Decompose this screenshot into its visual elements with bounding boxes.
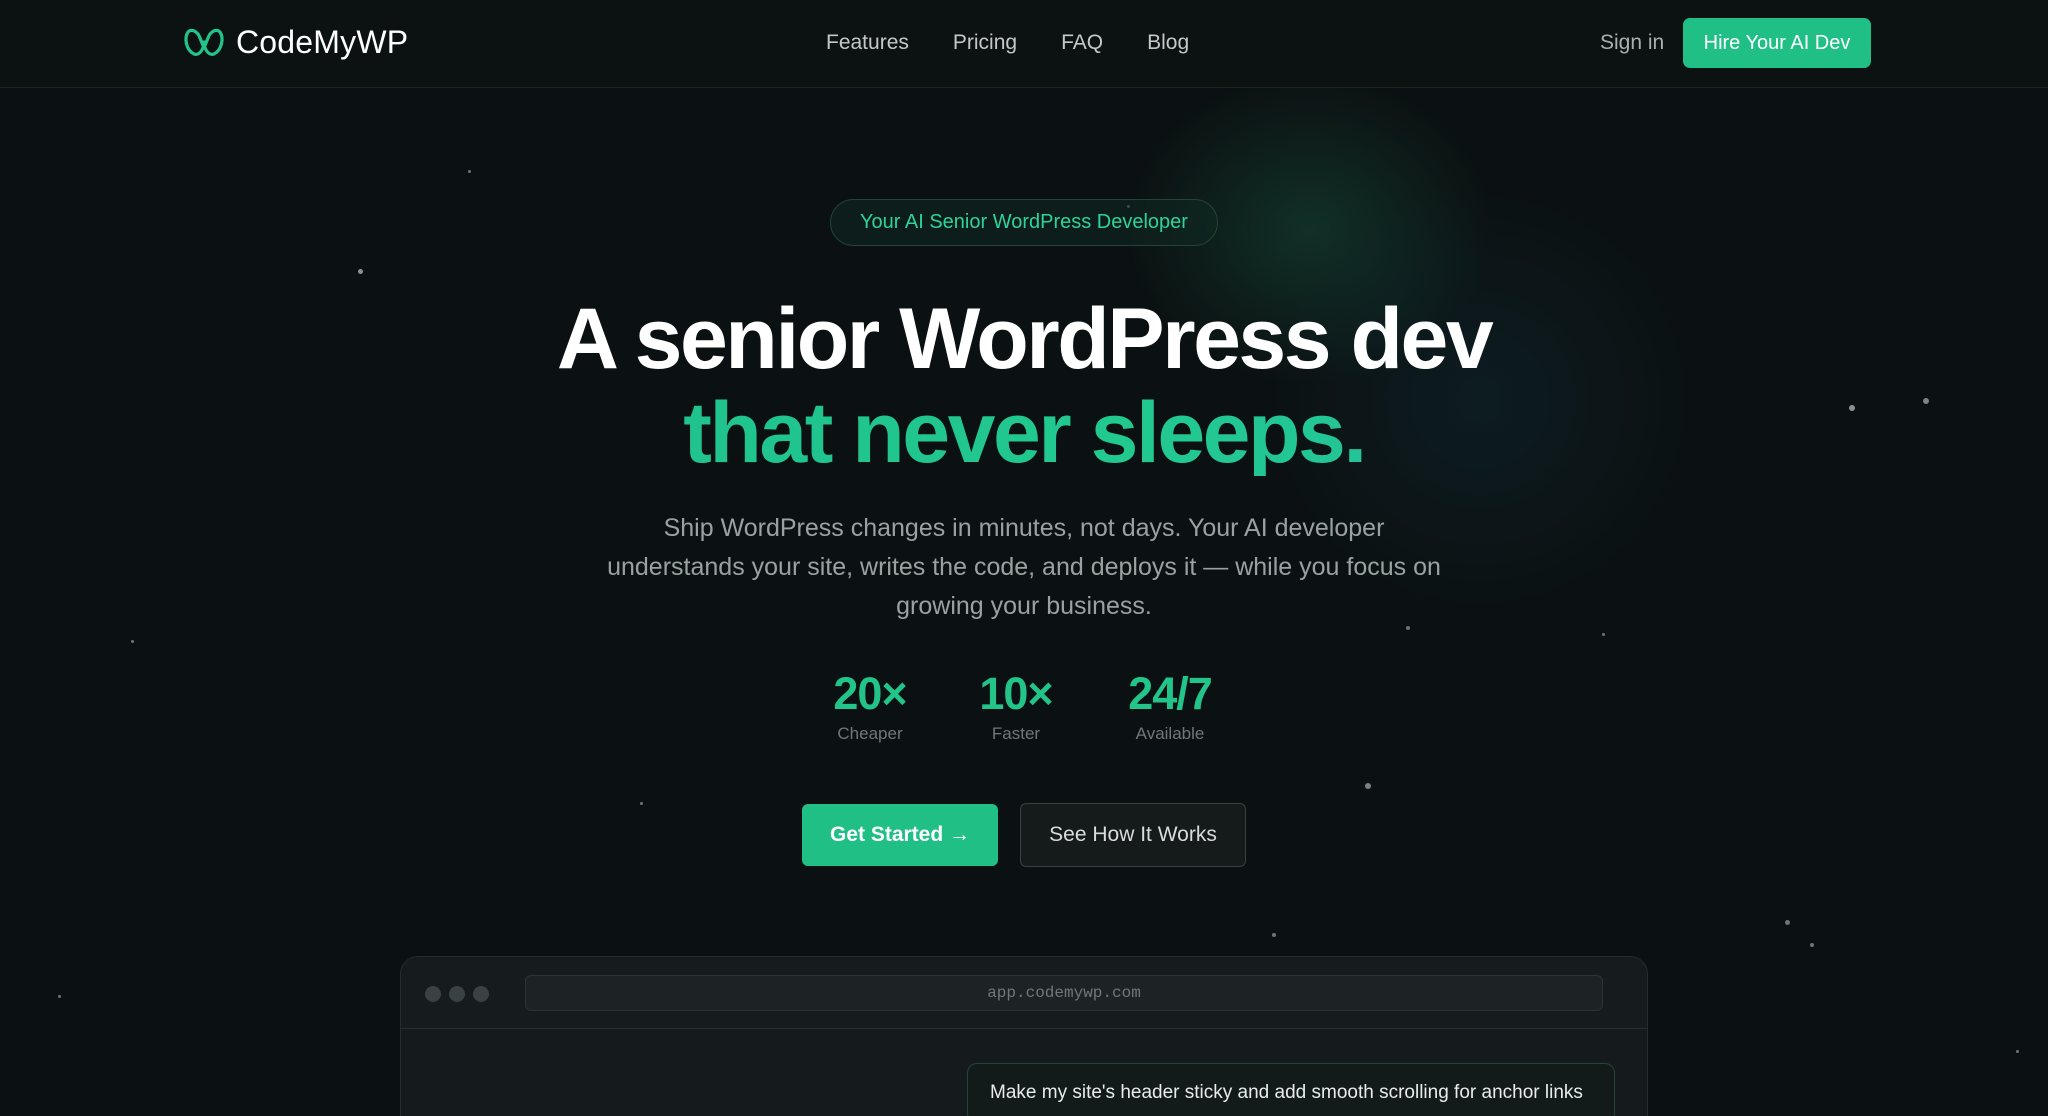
nav-link-features[interactable]: Features: [826, 31, 909, 55]
url-bar: app.codemywp.com: [525, 975, 1603, 1011]
see-how-it-works-button[interactable]: See How It Works: [1020, 803, 1246, 867]
stat-cheaper: 20× Cheaper: [820, 668, 920, 744]
get-started-button[interactable]: Get Started →: [802, 804, 998, 866]
hero-subtext: Ship WordPress changes in minutes, not d…: [607, 514, 1441, 620]
hero-badge: Your AI Senior WordPress Developer: [830, 199, 1218, 246]
chat-message-bubble: Make my site's header sticky and add smo…: [967, 1063, 1615, 1116]
nav-link-faq[interactable]: FAQ: [1061, 31, 1103, 55]
hire-ai-dev-button[interactable]: Hire Your AI Dev: [1683, 18, 1871, 68]
star-decoration: [358, 269, 363, 274]
star-decoration: [1365, 783, 1371, 789]
star-decoration: [640, 802, 643, 805]
star-decoration: [468, 170, 471, 173]
window-control-dot: [473, 986, 489, 1002]
hero-headline-line2: that never sleeps.: [0, 390, 2048, 476]
stat-value: 10×: [979, 668, 1053, 719]
star-decoration: [1810, 943, 1814, 947]
star-decoration: [1785, 920, 1790, 925]
stat-label: Cheaper: [837, 724, 903, 743]
window-titlebar: app.codemywp.com: [401, 957, 1647, 1029]
stat-value: 24/7: [1128, 668, 1213, 719]
stat-label: Faster: [991, 724, 1041, 743]
stat-available: 24/7 Available: [1110, 668, 1230, 744]
stat-faster: 10× Faster: [966, 668, 1066, 744]
logo[interactable]: CodeMyWP: [182, 24, 408, 61]
stat-label: Available: [1135, 724, 1205, 743]
nav-link-blog[interactable]: Blog: [1147, 31, 1189, 55]
sign-in-link[interactable]: Sign in: [1600, 31, 1664, 55]
star-decoration: [2016, 1050, 2019, 1053]
main-nav: Features Pricing FAQ Blog: [826, 31, 1189, 55]
window-control-dot: [425, 986, 441, 1002]
star-decoration: [58, 995, 61, 998]
window-control-dot: [449, 986, 465, 1002]
app-preview-window: app.codemywp.com Make my site's header s…: [400, 956, 1648, 1116]
stat-value: 20×: [833, 668, 907, 719]
star-decoration: [1272, 933, 1276, 937]
star-decoration: [1602, 633, 1605, 636]
logo-text: CodeMyWP: [236, 24, 409, 60]
logo-icon: [184, 28, 224, 56]
star-decoration: [131, 640, 134, 643]
star-decoration: [1406, 626, 1410, 630]
nav-link-pricing[interactable]: Pricing: [953, 31, 1017, 55]
site-header: CodeMyWP Features Pricing FAQ Blog Sign …: [0, 0, 2048, 88]
landing-page: CodeMyWP Features Pricing FAQ Blog Sign …: [0, 0, 2048, 1116]
hero-headline-line1: A senior WordPress dev: [556, 291, 1494, 387]
